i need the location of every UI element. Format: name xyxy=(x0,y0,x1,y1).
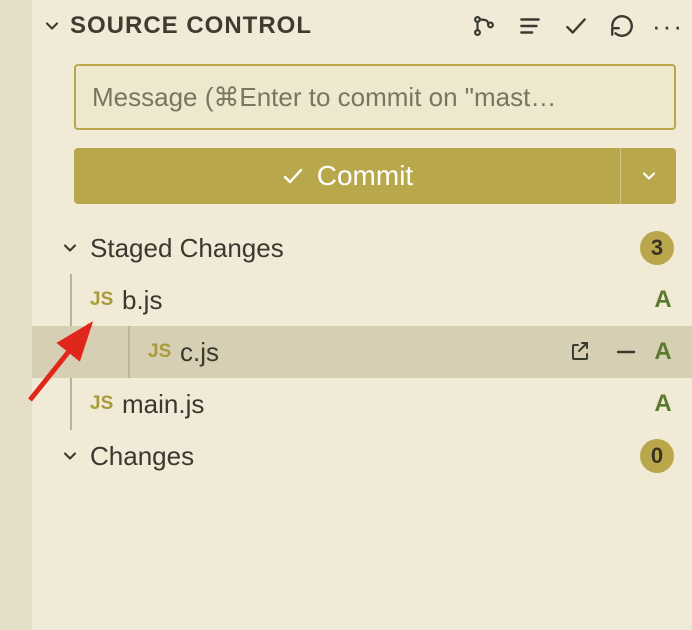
commit-area: Commit xyxy=(32,52,692,204)
file-name: main.js xyxy=(122,389,640,420)
open-file-icon[interactable] xyxy=(566,338,594,366)
unstage-icon[interactable] xyxy=(612,338,640,366)
js-file-icon: JS xyxy=(148,341,180,363)
more-actions-icon[interactable]: ··· xyxy=(654,12,682,40)
file-status-badge: A xyxy=(652,286,674,314)
chevron-down-icon xyxy=(60,446,82,466)
panel-header-actions: ··· xyxy=(470,12,682,40)
count-badge: 3 xyxy=(640,231,674,265)
file-row[interactable]: JSb.js A xyxy=(32,274,692,326)
file-name: b.js xyxy=(122,285,640,316)
chevron-down-icon xyxy=(639,166,659,186)
branch-graph-icon[interactable] xyxy=(470,12,498,40)
source-control-panel: SOURCE CONTROL ··· xyxy=(32,0,692,630)
js-file-icon: JS xyxy=(90,393,122,415)
count-badge: 0 xyxy=(640,439,674,473)
tree-indent-guide xyxy=(70,378,72,430)
tree-indent-guide xyxy=(128,326,130,378)
section-label: Staged Changes xyxy=(90,233,640,264)
section-label: Changes xyxy=(90,441,640,472)
refresh-icon[interactable] xyxy=(608,12,636,40)
file-status-badge: A xyxy=(652,338,674,366)
panel-header: SOURCE CONTROL ··· xyxy=(32,0,692,52)
js-file-icon: JS xyxy=(90,289,122,311)
file-row[interactable]: JSc.js A xyxy=(32,326,692,378)
staged-changes-section[interactable]: Staged Changes 3 xyxy=(32,222,692,274)
file-status-badge: A xyxy=(652,390,674,418)
file-row-actions xyxy=(566,338,640,366)
commit-message-input[interactable] xyxy=(74,64,676,130)
checkmark-icon xyxy=(281,164,305,188)
file-name: c.js xyxy=(180,337,566,368)
changes-section[interactable]: Changes 0 xyxy=(32,430,692,482)
panel-title: SOURCE CONTROL xyxy=(70,12,312,40)
file-row[interactable]: JSmain.js A xyxy=(32,378,692,430)
changes-tree: Staged Changes 3 JSb.jsAJSc.jsAJSmain.js… xyxy=(32,222,692,482)
commit-button-label: Commit xyxy=(317,160,413,192)
view-list-icon[interactable] xyxy=(516,12,544,40)
commit-dropdown-button[interactable] xyxy=(620,148,676,204)
commit-button[interactable]: Commit xyxy=(74,148,620,204)
staged-files-list: JSb.jsAJSc.jsAJSmain.jsA xyxy=(32,274,692,430)
checkmark-icon[interactable] xyxy=(562,12,590,40)
chevron-down-icon xyxy=(60,238,82,258)
commit-button-row: Commit xyxy=(74,148,676,204)
window-left-gutter xyxy=(0,0,32,630)
tree-indent-guide xyxy=(70,274,72,326)
collapse-panel-icon[interactable] xyxy=(40,14,64,38)
